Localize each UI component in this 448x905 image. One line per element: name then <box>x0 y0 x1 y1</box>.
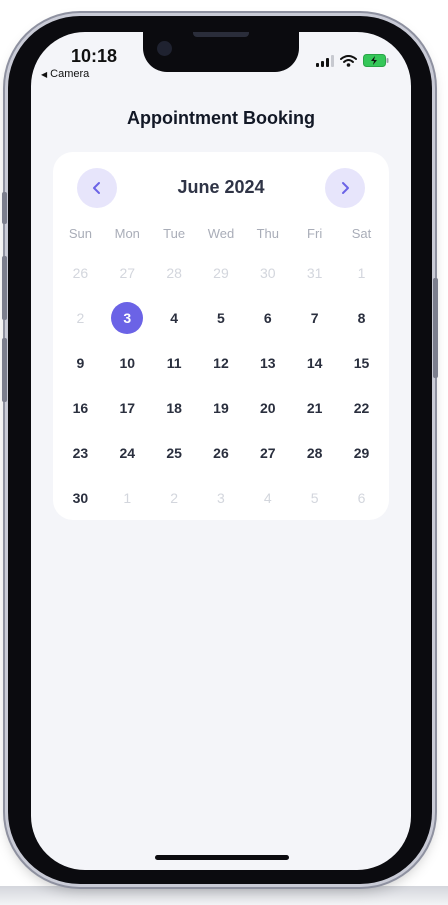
day-grid: 26 27 28 29 30 31 1 2 3 4 5 6 7 8 9 10 1… <box>57 250 385 520</box>
phone-screen: 10:18 ◀ Camera Appointment Booking June … <box>31 32 411 870</box>
speaker-grille <box>193 32 249 37</box>
status-time: 10:18 <box>71 46 118 66</box>
back-to-camera-link[interactable]: ◀ Camera <box>41 68 89 80</box>
calendar-day-outside: 3 <box>217 489 225 506</box>
week-row: 30 1 2 3 4 5 6 <box>57 475 385 520</box>
calendar-day[interactable]: 29 <box>338 430 385 475</box>
calendar-day[interactable]: 7 <box>291 295 338 340</box>
calendar-day[interactable]: 30 <box>57 475 104 520</box>
calendar-day[interactable]: 13 <box>244 340 291 385</box>
weekday-label: Sat <box>351 226 372 241</box>
calendar-day[interactable]: 21 <box>291 385 338 430</box>
calendar-card: June 2024 Sun Mon Tue Wed Thu Fri Sat 26… <box>53 152 389 520</box>
calendar-day-selected[interactable]: 3 <box>104 295 151 340</box>
weekday-label: Fri <box>307 226 323 241</box>
calendar-day-outside: 28 <box>166 264 182 281</box>
calendar-day[interactable]: 16 <box>57 385 104 430</box>
signal-icon <box>316 54 334 67</box>
wifi-icon <box>340 54 357 67</box>
calendar-day[interactable]: 12 <box>198 340 245 385</box>
weekday-header: Sun Mon Tue Wed Thu Fri Sat <box>57 226 385 241</box>
silent-switch <box>2 192 7 224</box>
calendar-day[interactable]: 4 <box>151 295 198 340</box>
calendar-day-outside: 6 <box>357 489 366 506</box>
back-triangle-icon: ◀ <box>41 69 48 79</box>
calendar-day[interactable]: 10 <box>104 340 151 385</box>
floor-shadow <box>0 886 448 905</box>
calendar-day[interactable]: 5 <box>198 295 245 340</box>
week-row: 26 27 28 29 30 31 1 <box>57 250 385 295</box>
calendar-day-outside: 31 <box>306 264 323 281</box>
week-row: 16 17 18 19 20 21 22 <box>57 385 385 430</box>
calendar-day[interactable]: 23 <box>57 430 104 475</box>
calendar-day-outside: 29 <box>213 264 229 281</box>
calendar-day-outside: 2 <box>170 489 178 506</box>
chevron-right-icon <box>342 182 349 194</box>
status-icons <box>316 54 389 67</box>
weekday-label: Thu <box>256 226 279 241</box>
weekday-label: Sun <box>68 226 92 241</box>
home-indicator[interactable] <box>155 855 289 860</box>
week-row: 2 3 4 5 6 7 8 <box>57 295 385 340</box>
front-camera <box>157 41 172 56</box>
calendar-day[interactable]: 8 <box>338 295 385 340</box>
next-month-button[interactable] <box>325 168 365 208</box>
page-title: Appointment Booking <box>127 108 315 128</box>
back-app-label: Camera <box>50 68 90 80</box>
calendar-day[interactable]: 6 <box>244 295 291 340</box>
calendar-day[interactable]: 19 <box>198 385 245 430</box>
calendar-day[interactable]: 26 <box>198 430 245 475</box>
calendar-day-outside: 27 <box>119 264 136 281</box>
week-row: 9 10 11 12 13 14 15 <box>57 340 385 385</box>
calendar-day-outside: 1 <box>123 489 132 506</box>
calendar-day[interactable]: 17 <box>104 385 151 430</box>
calendar-day[interactable]: 27 <box>244 430 291 475</box>
calendar-day[interactable]: 24 <box>104 430 151 475</box>
battery-charging-icon <box>363 54 389 67</box>
calendar-day-past: 2 <box>76 309 85 326</box>
calendar-day[interactable]: 14 <box>291 340 338 385</box>
weekday-label: Mon <box>114 226 140 241</box>
calendar-day[interactable]: 28 <box>291 430 338 475</box>
volume-down-button <box>2 338 7 402</box>
calendar-day[interactable]: 9 <box>57 340 104 385</box>
weekday-label: Wed <box>207 226 235 241</box>
weekday-label: Tue <box>163 226 186 241</box>
calendar-day[interactable]: 20 <box>244 385 291 430</box>
volume-up-button <box>2 256 7 320</box>
calendar-day-outside: 1 <box>357 264 366 281</box>
calendar-day-outside: 4 <box>263 489 272 506</box>
power-button <box>433 278 438 378</box>
calendar-day[interactable]: 11 <box>151 340 198 385</box>
calendar-day-outside: 30 <box>260 264 276 281</box>
calendar-day[interactable]: 18 <box>151 385 198 430</box>
calendar-day[interactable]: 22 <box>338 385 385 430</box>
calendar-day[interactable]: 25 <box>151 430 198 475</box>
calendar-day-outside: 5 <box>310 489 319 506</box>
calendar-day-outside: 26 <box>72 264 89 281</box>
notch <box>143 32 299 72</box>
calendar-day[interactable]: 15 <box>338 340 385 385</box>
week-row: 23 24 25 26 27 28 29 <box>57 430 385 475</box>
